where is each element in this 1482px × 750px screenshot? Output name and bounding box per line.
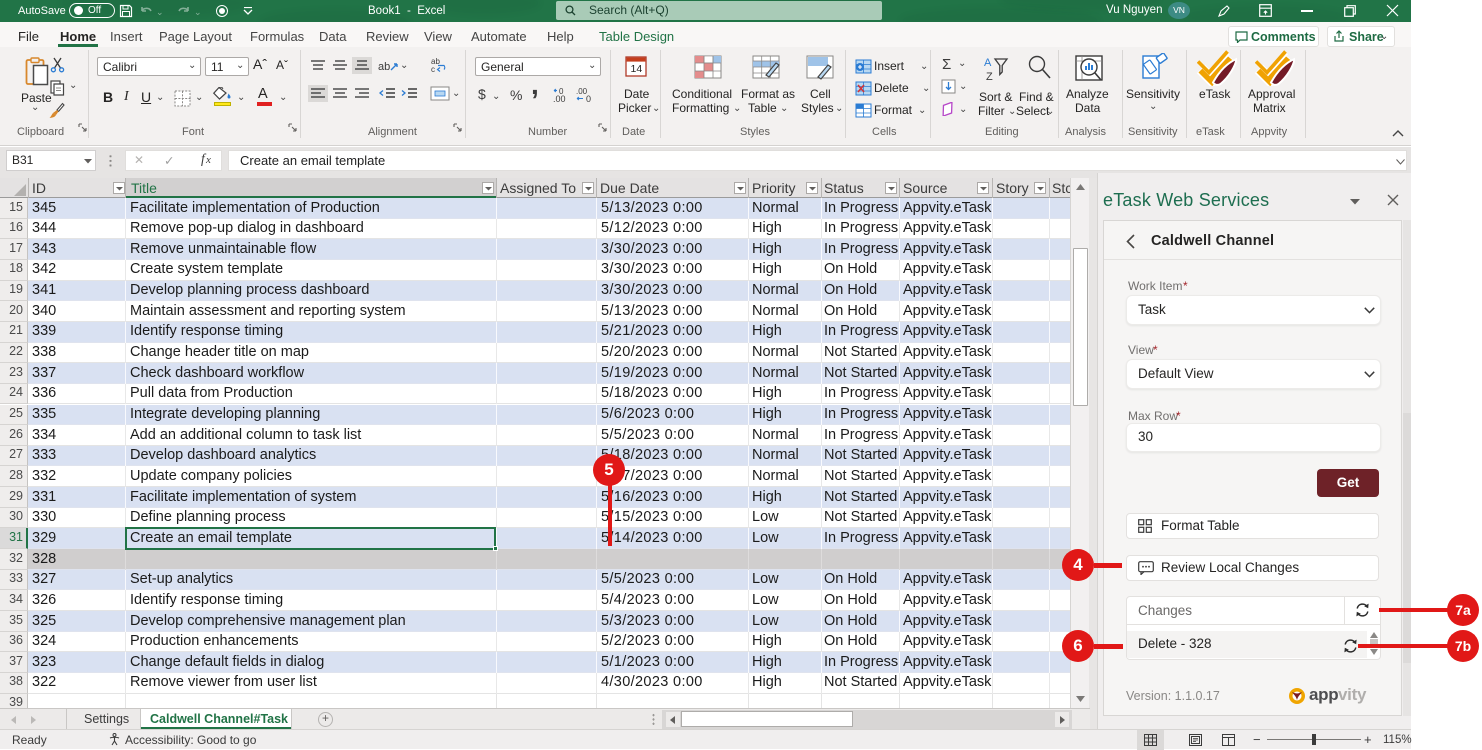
svg-text:ab: ab xyxy=(378,61,390,73)
svg-text:0: 0 xyxy=(559,87,564,96)
svg-text:A: A xyxy=(984,57,992,69)
svg-text:Z: Z xyxy=(986,71,993,81)
svg-text:0: 0 xyxy=(586,94,591,103)
svg-text:c: c xyxy=(431,65,435,74)
svg-text:14: 14 xyxy=(631,63,643,75)
